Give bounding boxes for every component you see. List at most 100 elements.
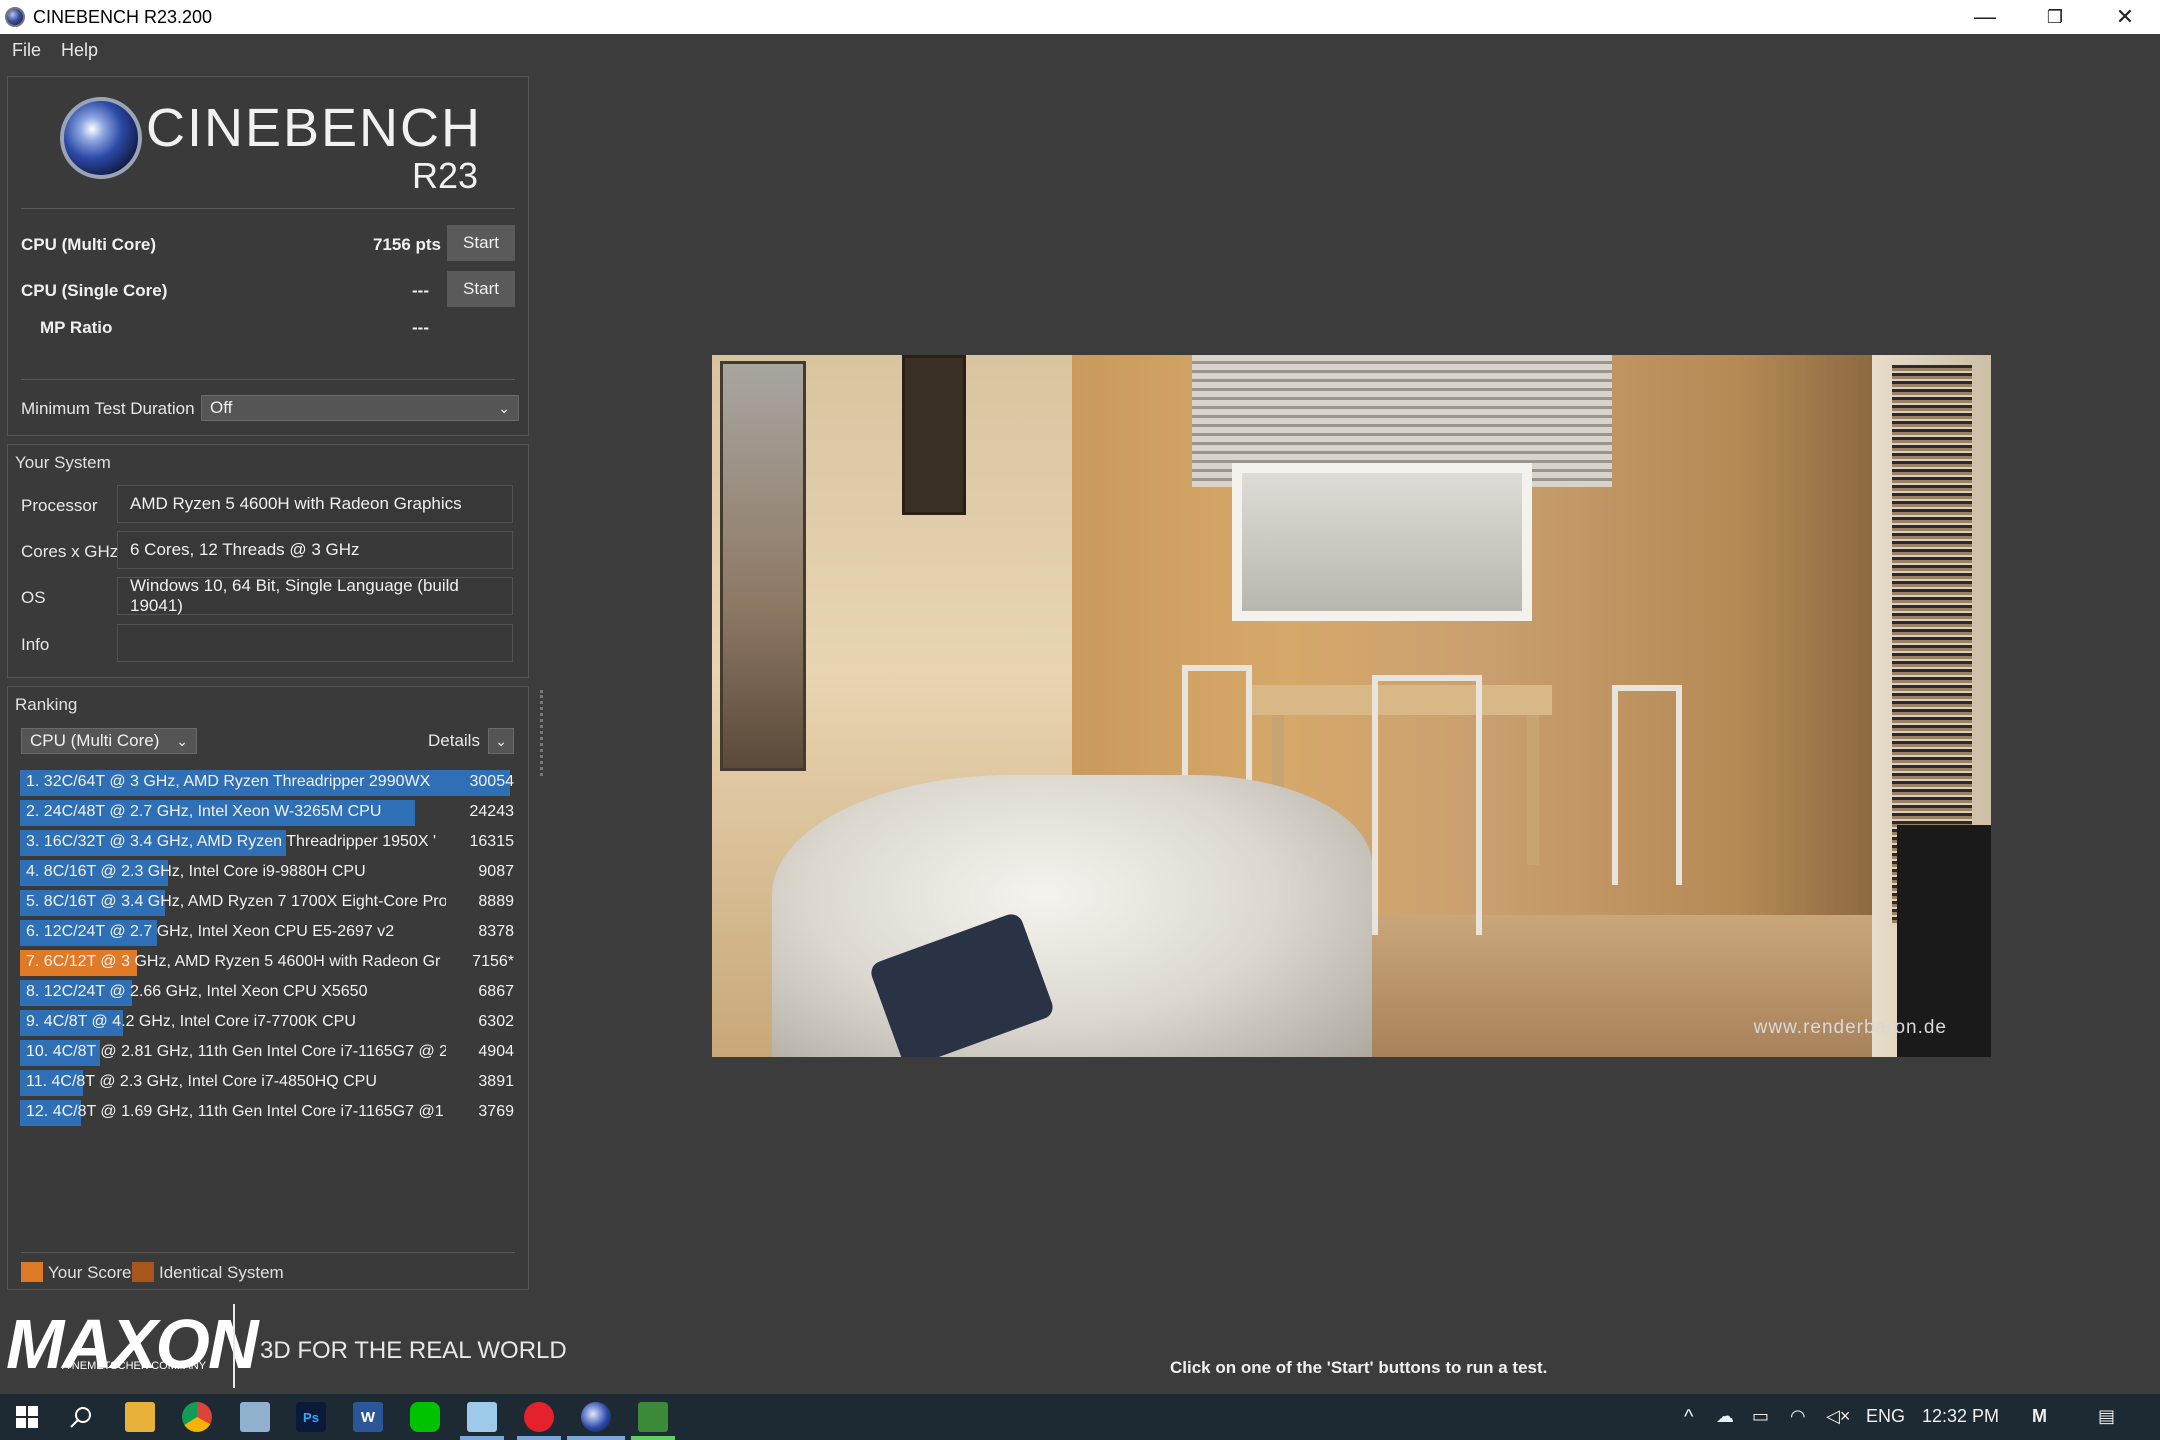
ranking-row[interactable]: 12. 4C/8T @ 1.69 GHz, 11th Gen Intel Cor…: [20, 1100, 522, 1126]
ranking-row[interactable]: 10. 4C/8T @ 2.81 GHz, 11th Gen Intel Cor…: [20, 1040, 522, 1066]
ranking-mode-value: CPU (Multi Core): [30, 731, 160, 750]
ranking-row-label: 11. 4C/8T @ 2.3 GHz, Intel Core i7-4850H…: [26, 1073, 377, 1090]
render-chair: [1372, 675, 1482, 935]
window-title: CINEBENCH R23.200: [33, 6, 213, 27]
chrome-icon[interactable]: [182, 1402, 212, 1432]
render-window: [1232, 463, 1532, 621]
divider: [21, 379, 515, 380]
ranking-row-score: 16315: [469, 833, 515, 850]
line-icon[interactable]: [410, 1402, 440, 1432]
ranking-row[interactable]: 5. 8C/16T @ 3.4 GHz, AMD Ryzen 7 1700X E…: [20, 890, 522, 916]
taskbar: Ps W ^ ☁ ▭ ◠ ◁× ENG 12:32 PM M ▤: [0, 1394, 2160, 1440]
ranking-row-label: 5. 8C/16T @ 3.4 GHz, AMD Ryzen 7 1700X E…: [26, 893, 446, 910]
taskbar-active-indicator: [567, 1436, 625, 1440]
chevron-up-icon[interactable]: ^: [1684, 1406, 1693, 1429]
ranking-row[interactable]: 3. 16C/32T @ 3.4 GHz, AMD Ryzen Threadri…: [20, 830, 522, 856]
menu-file[interactable]: File: [12, 40, 41, 61]
panel-resize-handle[interactable]: [540, 690, 544, 776]
menu-help[interactable]: Help: [61, 40, 98, 61]
ranking-row-label: 6. 12C/24T @ 2.7 GHz, Intel Xeon CPU E5-…: [26, 923, 395, 940]
logo-wordmark: CINEBENCH: [146, 98, 483, 158]
cloud-icon[interactable]: ☁: [1716, 1406, 1734, 1427]
identical-system-legend: Identical System: [159, 1263, 284, 1282]
ranking-row[interactable]: 9. 4C/8T @ 4.2 GHz, Intel Core i7-7700K …: [20, 1010, 522, 1036]
ranking-row[interactable]: 4. 8C/16T @ 2.3 GHz, Intel Core i9-9880H…: [20, 860, 522, 886]
ranking-row[interactable]: 11. 4C/8T @ 2.3 GHz, Intel Core i7-4850H…: [20, 1070, 522, 1096]
cinebench-app-icon: [5, 7, 25, 27]
file-explorer-icon[interactable]: [125, 1402, 155, 1432]
title-bar: CINEBENCH R23.200 — ❐ ✕: [0, 0, 2160, 34]
maxon-subtitle: A NEMETSCHEK COMPANY: [62, 1360, 207, 1372]
cinebench-icon[interactable]: [581, 1402, 611, 1432]
app-icon[interactable]: [467, 1402, 497, 1432]
ranking-row-score: 9087: [478, 863, 514, 880]
game-icon[interactable]: [638, 1402, 668, 1432]
mp-ratio-label: MP Ratio: [40, 318, 113, 337]
ranking-row-score: 24243: [469, 803, 515, 820]
render-frame: [902, 355, 966, 515]
chevron-down-icon: ⌄: [495, 733, 507, 749]
ranking-row[interactable]: 2. 24C/48T @ 2.7 GHz, Intel Xeon W-3265M…: [20, 800, 522, 826]
word-icon[interactable]: W: [353, 1402, 383, 1432]
language-indicator[interactable]: ENG: [1866, 1406, 1905, 1427]
ranking-row-score: 30054: [469, 773, 515, 790]
minimize-button[interactable]: —: [1950, 0, 2020, 34]
start-single-core-button[interactable]: Start: [447, 271, 515, 307]
ranking-row-label: 4. 8C/16T @ 2.3 GHz, Intel Core i9-9880H…: [26, 863, 366, 880]
identical-system-swatch: [132, 1262, 154, 1282]
render-watermark: www.renderbaron.de: [1753, 1017, 1947, 1038]
system-title: Your System: [15, 453, 111, 472]
ranking-row-label: 10. 4C/8T @ 2.81 GHz, 11th Gen Intel Cor…: [26, 1043, 446, 1060]
ranking-row-score: 8889: [478, 893, 514, 910]
ranking-row[interactable]: 7. 6C/12T @ 3 GHz, AMD Ryzen 5 4600H wit…: [20, 950, 522, 976]
photoshop-icon[interactable]: Ps: [296, 1402, 326, 1432]
battery-icon[interactable]: ▭: [1752, 1406, 1769, 1427]
min-duration-select[interactable]: Off ⌄: [201, 395, 519, 421]
ranking-row-label: 7. 6C/12T @ 3 GHz, AMD Ryzen 5 4600H wit…: [26, 953, 441, 970]
processor-field[interactable]: AMD Ryzen 5 4600H with Radeon Graphics: [117, 485, 513, 523]
ranking-row-score: 8378: [478, 923, 514, 940]
menu-bar: File Help: [0, 34, 106, 66]
clock[interactable]: 12:32 PM: [1922, 1406, 1999, 1427]
cores-field[interactable]: 6 Cores, 12 Threads @ 3 GHz: [117, 531, 513, 569]
start-multi-core-button[interactable]: Start: [447, 225, 515, 261]
restore-button[interactable]: ❐: [2020, 0, 2090, 34]
ranking-panel: Ranking CPU (Multi Core) ⌄ Details ⌄ 1. …: [7, 686, 529, 1290]
maxon-wordmark: MAXON: [6, 1305, 259, 1383]
notification-icon[interactable]: ▤: [2098, 1406, 2115, 1427]
volume-muted-icon[interactable]: ◁×: [1826, 1406, 1850, 1427]
mp-ratio-value: ---: [412, 318, 429, 337]
chevron-down-icon: ⌄: [176, 733, 188, 749]
os-field[interactable]: Windows 10, 64 Bit, Single Language (bui…: [117, 576, 513, 615]
calculator-icon[interactable]: [240, 1402, 270, 1432]
taskbar-active-indicator: [517, 1436, 561, 1440]
system-panel: Your System Processor AMD Ryzen 5 4600H …: [7, 444, 529, 678]
benchmark-panel: CINEBENCH R23 CPU (Multi Core) 7156 pts …: [7, 76, 529, 436]
ranking-row[interactable]: 1. 32C/64T @ 3 GHz, AMD Ryzen Threadripp…: [20, 770, 522, 796]
wifi-icon[interactable]: ◠: [1790, 1406, 1806, 1427]
multi-core-label: CPU (Multi Core): [21, 235, 157, 254]
processor-label: Processor: [21, 496, 98, 515]
ranking-row-label: 9. 4C/8T @ 4.2 GHz, Intel Core i7-7700K …: [26, 1013, 356, 1030]
render-table-leg: [1527, 715, 1539, 865]
details-label[interactable]: Details: [428, 731, 480, 751]
ranking-row[interactable]: 8. 12C/24T @ 2.66 GHz, Intel Xeon CPU X5…: [20, 980, 522, 1006]
ranking-row-score: 3769: [478, 1103, 514, 1120]
maxon-tagline: 3D FOR THE REAL WORLD: [260, 1337, 567, 1364]
window-controls: — ❐ ✕: [1950, 0, 2160, 34]
close-button[interactable]: ✕: [2090, 0, 2160, 34]
details-dropdown[interactable]: ⌄: [488, 728, 514, 754]
render-preview-image: www.renderbaron.de: [712, 355, 1991, 1057]
opera-icon[interactable]: [524, 1402, 554, 1432]
windows-start-icon[interactable]: [12, 1402, 42, 1432]
ranking-row[interactable]: 6. 12C/24T @ 2.7 GHz, Intel Xeon CPU E5-…: [20, 920, 522, 946]
ranking-title: Ranking: [15, 695, 78, 714]
info-field[interactable]: [117, 624, 513, 662]
ranking-row-label: 3. 16C/32T @ 3.4 GHz, AMD Ryzen Threadri…: [26, 833, 437, 850]
ranking-row-score: 4904: [478, 1043, 514, 1060]
ranking-mode-select[interactable]: CPU (Multi Core) ⌄: [21, 728, 197, 754]
meet-now-icon[interactable]: M: [2032, 1406, 2047, 1427]
ranking-row-score: 7156*: [472, 953, 514, 970]
divider: [21, 208, 515, 209]
search-icon[interactable]: [66, 1402, 96, 1432]
